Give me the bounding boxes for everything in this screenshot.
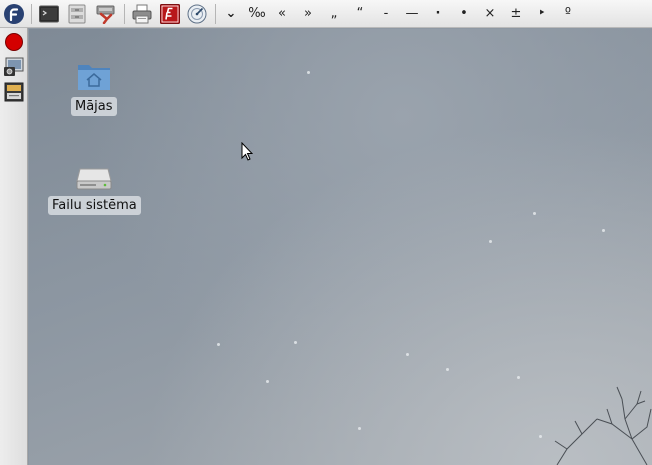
char-middle-dot-button[interactable]: · [428, 4, 448, 24]
top-panel: ⌄ ‰ « » „ “ - — · • × ± ‣ º [0, 0, 652, 28]
desktop-icon-label: Failu sistēma [48, 196, 141, 215]
file-manager-launcher[interactable] [66, 3, 88, 25]
fedora-menu-icon [4, 4, 24, 24]
char-multiplication-button[interactable]: × [480, 4, 500, 24]
desktop-icon-home[interactable]: Mājas [71, 60, 117, 116]
filezilla-icon [160, 4, 180, 24]
char-hyphen-button[interactable]: - [376, 4, 396, 24]
record-stop-icon [5, 33, 23, 51]
slideshow-icon [4, 82, 24, 102]
side-panel [0, 28, 28, 465]
char-bullet-button[interactable]: • [454, 4, 474, 24]
toolbar-separator [124, 4, 125, 24]
slideshow-button[interactable] [3, 81, 25, 103]
snowflake [602, 229, 605, 232]
browser-icon [187, 4, 207, 24]
mouse-pointer-icon [241, 142, 253, 161]
rescue-tool-icon [96, 5, 115, 24]
char-ordinal-button[interactable]: º [558, 4, 578, 24]
toolbar-separator [215, 4, 216, 24]
chevron-down-icon[interactable]: ⌄ [221, 4, 241, 24]
fedora-menu-button[interactable] [2, 3, 26, 25]
snowflake [294, 341, 297, 344]
filezilla-launcher[interactable] [159, 3, 181, 25]
rescue-tool-launcher[interactable] [94, 3, 118, 25]
snowflake [517, 376, 520, 379]
char-plus-minus-button[interactable]: ± [506, 4, 526, 24]
home-folder-icon [77, 65, 110, 90]
snowflake [533, 212, 536, 215]
screenshot-button[interactable] [3, 56, 25, 78]
record-stop-button[interactable] [3, 31, 25, 53]
snowflake [446, 368, 449, 371]
snowflake [266, 380, 269, 383]
char-em-dash-button[interactable]: — [402, 4, 422, 24]
screenshot-icon [4, 57, 24, 76]
printer-launcher[interactable] [131, 3, 153, 25]
snowflake [489, 240, 492, 243]
desktop: Mājas Failu sistēma [29, 29, 652, 465]
hard-drive-icon [76, 168, 112, 190]
snowflake [307, 71, 310, 74]
file-manager-icon [68, 4, 86, 24]
terminal-icon [39, 5, 59, 23]
snowflake [217, 343, 220, 346]
snowflake [406, 353, 409, 356]
printer-icon [132, 4, 152, 24]
tree-branches [554, 386, 652, 465]
toolbar-separator [31, 4, 32, 24]
desktop-icon-filesystem[interactable]: Failu sistēma [48, 165, 141, 215]
char-triangle-bullet-button[interactable]: ‣ [532, 4, 552, 24]
snowflake [358, 427, 361, 430]
char-left-guillemet-button[interactable]: « [272, 4, 292, 24]
char-low-double-quote-button[interactable]: „ [324, 4, 344, 24]
terminal-launcher[interactable] [38, 3, 60, 25]
char-per-mille-button[interactable]: ‰ [246, 4, 268, 24]
browser-launcher[interactable] [186, 3, 208, 25]
char-right-guillemet-button[interactable]: » [298, 4, 318, 24]
char-double-quote-button[interactable]: “ [350, 4, 370, 24]
desktop-icon-label: Mājas [71, 97, 117, 116]
